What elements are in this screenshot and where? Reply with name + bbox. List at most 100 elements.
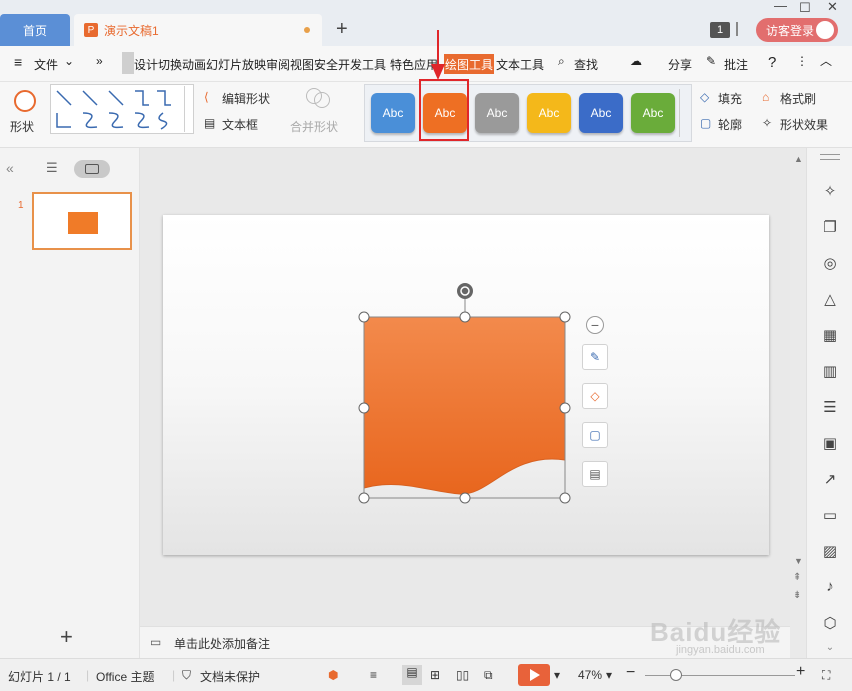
tab-review[interactable]: 审阅 bbox=[266, 56, 290, 73]
home-tab[interactable]: 首页 bbox=[0, 14, 70, 46]
archive-icon[interactable]: ▭ bbox=[820, 506, 840, 526]
collapse-panel-icon[interactable]: « bbox=[6, 160, 14, 176]
zoom-level[interactable]: 47% bbox=[578, 668, 602, 682]
prev-slide-icon[interactable]: ⇞ bbox=[793, 572, 801, 583]
document-tab[interactable]: P 演示文稿1 bbox=[74, 14, 322, 46]
presenter-view-icon[interactable]: ⧉ bbox=[484, 668, 493, 683]
copy-icon[interactable]: ❐ bbox=[820, 218, 840, 238]
search-button[interactable]: 查找 bbox=[574, 56, 598, 73]
cloud-icon[interactable]: ☁ bbox=[630, 54, 642, 68]
audio-icon[interactable]: ♪ bbox=[820, 578, 840, 598]
tab-text-tools[interactable]: 文本工具 bbox=[496, 56, 544, 73]
style-gallery-scroll-icon[interactable] bbox=[679, 89, 689, 137]
shape-style-brush-icon[interactable]: ✎ bbox=[582, 344, 608, 370]
search-icon[interactable]: ⌕ bbox=[558, 54, 565, 69]
shield-icon[interactable]: ⬡ bbox=[820, 614, 840, 634]
style-preset-yellow[interactable]: Abc bbox=[527, 93, 571, 133]
scroll-up-icon[interactable]: ▲ bbox=[794, 154, 803, 164]
scroll-down-icon[interactable]: ▼ bbox=[794, 556, 803, 566]
shapes-icon[interactable]: ◎ bbox=[820, 254, 840, 274]
play-options-icon[interactable]: ▾ bbox=[554, 668, 560, 682]
reading-view-icon[interactable]: ▯▯ bbox=[456, 668, 469, 682]
collapse-ribbon-icon[interactable]: ︿ bbox=[820, 52, 832, 69]
add-slide-button[interactable]: + bbox=[60, 624, 73, 650]
outline-view-icon[interactable]: ☰ bbox=[46, 160, 58, 176]
vertical-scrollbar[interactable]: ▲ ▼ ⇞ ⇟ bbox=[790, 148, 806, 658]
maximize-icon[interactable]: ☐ bbox=[799, 0, 811, 16]
beautify-icon[interactable]: ⬢ bbox=[328, 668, 338, 682]
style-preset-blue[interactable]: Abc bbox=[371, 93, 415, 133]
more-options-icon[interactable]: ⋮ bbox=[796, 54, 808, 68]
shape-effects-button[interactable]: 形状效果 bbox=[780, 116, 828, 133]
tab-view[interactable]: 视图 bbox=[290, 56, 314, 73]
scroll-left-icon[interactable] bbox=[122, 52, 134, 74]
edit-shape-button[interactable]: 编辑形状 bbox=[222, 90, 270, 107]
textbox-button[interactable]: 文本框 bbox=[222, 116, 258, 133]
outline-button[interactable]: 轮廓 bbox=[718, 116, 742, 133]
comment-icon[interactable]: ✎ bbox=[706, 54, 716, 68]
grid-icon[interactable]: ▦ bbox=[820, 326, 840, 346]
zoom-out-button[interactable]: − bbox=[626, 664, 635, 682]
collapse-float-toolbar-icon[interactable]: − bbox=[586, 316, 604, 334]
chevron-down-icon[interactable]: ⌄ bbox=[64, 54, 74, 68]
image-list-icon[interactable]: ▣ bbox=[820, 434, 840, 454]
hamburger-menu-icon[interactable]: ≡ bbox=[14, 54, 22, 70]
divider: | bbox=[172, 668, 176, 682]
more-tabs-icon[interactable]: » bbox=[96, 54, 103, 68]
theme-name[interactable]: Office 主题 bbox=[96, 668, 154, 685]
shape-icon[interactable] bbox=[14, 90, 36, 112]
protection-status[interactable]: 文档未保护 bbox=[200, 668, 260, 685]
export-icon[interactable]: ↗ bbox=[820, 470, 840, 490]
format-painter-icon: ⌂ bbox=[762, 90, 770, 104]
zoom-in-button[interactable]: + bbox=[796, 663, 805, 681]
zoom-slider[interactable] bbox=[645, 675, 795, 676]
format-painter-button[interactable]: 格式刷 bbox=[780, 90, 816, 107]
tab-security[interactable]: 安全 bbox=[314, 56, 338, 73]
new-tab-button[interactable]: + bbox=[336, 18, 348, 41]
adjust-icon[interactable]: ☰ bbox=[820, 398, 840, 418]
style-preset-gray[interactable]: Abc bbox=[475, 93, 519, 133]
float-outline-icon[interactable]: ▢ bbox=[582, 422, 608, 448]
comment-button[interactable]: 批注 bbox=[724, 56, 748, 73]
tab-design[interactable]: 设计 bbox=[134, 56, 158, 73]
normal-view-icon[interactable]: ▤ bbox=[402, 665, 422, 685]
merge-shape-button[interactable]: 合并形状 bbox=[290, 118, 338, 135]
minimize-icon[interactable]: — bbox=[774, 0, 787, 13]
tab-developer[interactable]: 开发工具 bbox=[338, 56, 386, 73]
next-slide-icon[interactable]: ⇟ bbox=[793, 590, 801, 601]
fit-window-icon[interactable]: ⛶ bbox=[822, 668, 830, 683]
sorter-view-icon[interactable]: ⊞ bbox=[430, 668, 440, 682]
float-textbox-icon[interactable]: ▤ bbox=[582, 461, 608, 487]
slide-canvas: − ✎ ◇ ▢ ▤ bbox=[140, 148, 790, 626]
visitor-login-button[interactable]: 访客登录 bbox=[756, 18, 838, 42]
play-slideshow-button[interactable] bbox=[518, 664, 550, 686]
style-preset-dark-blue[interactable]: Abc bbox=[579, 93, 623, 133]
tab-drawing-tools[interactable]: 绘图工具 bbox=[444, 54, 494, 74]
tab-slideshow[interactable]: 幻灯片放映 bbox=[206, 56, 266, 73]
file-menu[interactable]: 文件 bbox=[34, 56, 58, 73]
window-count-badge[interactable]: 1 bbox=[710, 22, 730, 38]
zoom-slider-handle[interactable] bbox=[670, 669, 682, 681]
gallery-scroll-icon[interactable] bbox=[184, 86, 194, 132]
sidebar-drag-icon[interactable] bbox=[820, 154, 840, 160]
help-button[interactable]: ? bbox=[768, 54, 776, 71]
image-icon[interactable]: ▨ bbox=[820, 542, 840, 562]
close-icon[interactable]: ✕ bbox=[827, 0, 838, 15]
chart-icon[interactable]: ▥ bbox=[820, 362, 840, 382]
style-preset-green[interactable]: Abc bbox=[631, 93, 675, 133]
tab-transition[interactable]: 切换 bbox=[158, 56, 182, 73]
layers-icon[interactable]: △ bbox=[820, 290, 840, 310]
selected-shape[interactable] bbox=[350, 282, 600, 522]
slides-view-toggle[interactable] bbox=[74, 160, 110, 178]
share-button[interactable]: 分享 bbox=[668, 56, 692, 73]
line-shape-gallery[interactable] bbox=[50, 84, 194, 134]
split-view-icon[interactable] bbox=[736, 22, 738, 36]
float-fill-icon[interactable]: ◇ bbox=[582, 383, 608, 409]
zoom-options-icon[interactable]: ▾ bbox=[606, 668, 612, 682]
fill-button[interactable]: 填充 bbox=[718, 90, 742, 107]
shape-button[interactable]: 形状 bbox=[10, 118, 34, 135]
notes-toggle-icon[interactable]: ≡ bbox=[370, 668, 377, 682]
slide-thumbnail[interactable] bbox=[32, 192, 132, 250]
tab-animation[interactable]: 动画 bbox=[182, 56, 206, 73]
magic-icon[interactable]: ✧ bbox=[820, 182, 840, 202]
